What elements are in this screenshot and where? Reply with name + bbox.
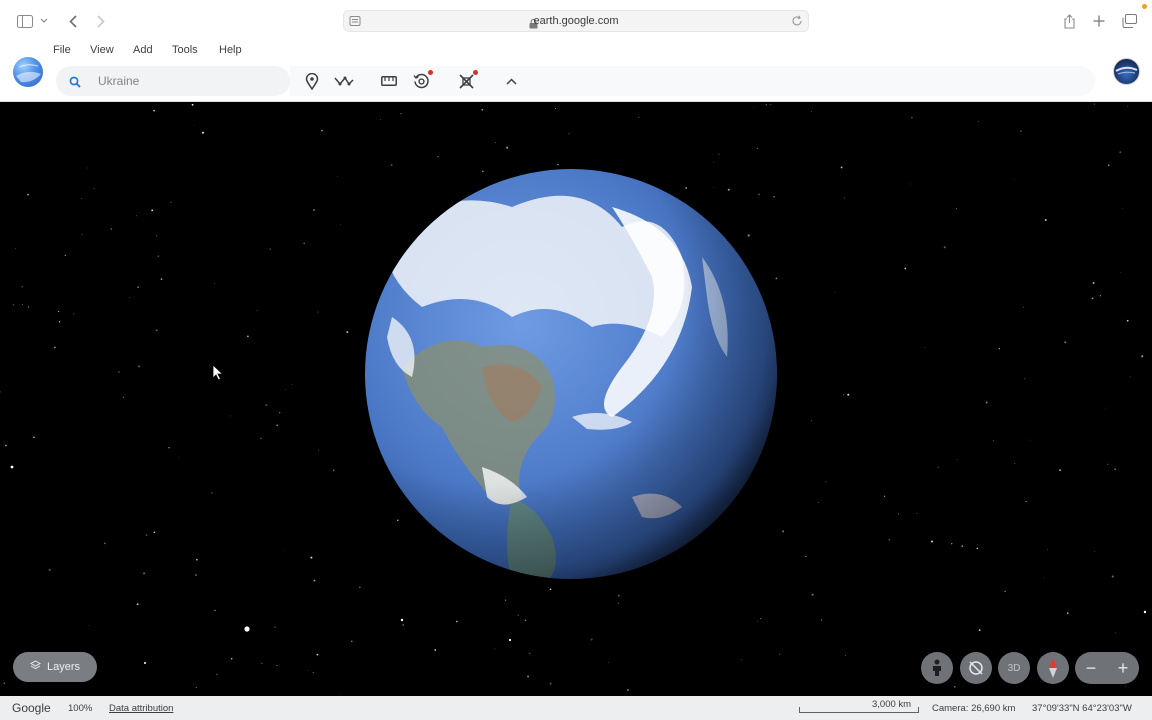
zoom-controls: − +: [1075, 652, 1139, 684]
capture-notification: [473, 70, 478, 75]
placemark-icon[interactable]: [302, 71, 322, 91]
coordinates: 37°09'33"N 64°23'03"W: [1032, 703, 1132, 714]
new-tab-icon[interactable]: [1089, 11, 1109, 31]
search-input[interactable]: Ukraine: [98, 74, 139, 88]
mouse-cursor-icon: [212, 364, 224, 386]
zoom-level: 100%: [68, 703, 93, 714]
collapse-chevron-icon[interactable]: [501, 71, 521, 91]
app-header: File View Add Tools Help Ukraine: [0, 42, 1152, 102]
back-icon[interactable]: [63, 11, 83, 31]
compass-icon[interactable]: [1037, 652, 1069, 684]
search-field[interactable]: Ukraine: [56, 66, 290, 96]
google-logo: Google: [12, 701, 51, 715]
data-attribution-link[interactable]: Data attribution: [109, 703, 173, 714]
url-text: earth.google.com: [533, 15, 619, 27]
menu-help[interactable]: Help: [219, 44, 242, 56]
menu-add[interactable]: Add: [133, 44, 153, 56]
layers-label: Layers: [46, 661, 81, 673]
camera-altitude: Camera: 26,690 km: [932, 703, 1016, 714]
zoom-in-button[interactable]: +: [1107, 652, 1139, 684]
share-icon[interactable]: [1059, 11, 1079, 31]
historical-imagery-notification: [428, 70, 433, 75]
tabs-icon[interactable]: [1119, 11, 1139, 31]
menu-file[interactable]: File: [53, 44, 71, 56]
chevron-down-icon[interactable]: [37, 11, 51, 31]
menu-tools[interactable]: Tools: [172, 44, 198, 56]
earth-globe[interactable]: [362, 167, 780, 581]
ruler-icon[interactable]: [379, 71, 399, 91]
street-view-pegman-icon[interactable]: [921, 652, 953, 684]
3d-label: 3D: [1007, 662, 1021, 674]
rotate-off-icon[interactable]: [960, 652, 992, 684]
zoom-out-button[interactable]: −: [1075, 652, 1107, 684]
address-bar[interactable]: earth.google.com: [343, 10, 809, 32]
earth-logo[interactable]: [13, 57, 43, 87]
forward-icon[interactable]: [91, 11, 111, 31]
avatar[interactable]: [1113, 58, 1140, 85]
notification-dot: [1142, 4, 1147, 9]
reload-icon[interactable]: [790, 14, 804, 33]
status-bar: Google 100% Data attribution 3,000 km Ca…: [0, 696, 1152, 720]
search-icon: [69, 75, 81, 93]
menu-view[interactable]: View: [90, 44, 114, 56]
layers-button[interactable]: Layers: [13, 652, 97, 682]
path-icon[interactable]: [334, 71, 354, 91]
globe-viewport[interactable]: Layers 3D − +: [0, 103, 1152, 696]
sidebar-icon[interactable]: [15, 11, 35, 31]
layers-icon: [29, 660, 42, 674]
scale-bar: [799, 707, 919, 713]
browser-toolbar: earth.google.com: [0, 0, 1152, 42]
3d-toggle-button[interactable]: 3D: [998, 652, 1030, 684]
